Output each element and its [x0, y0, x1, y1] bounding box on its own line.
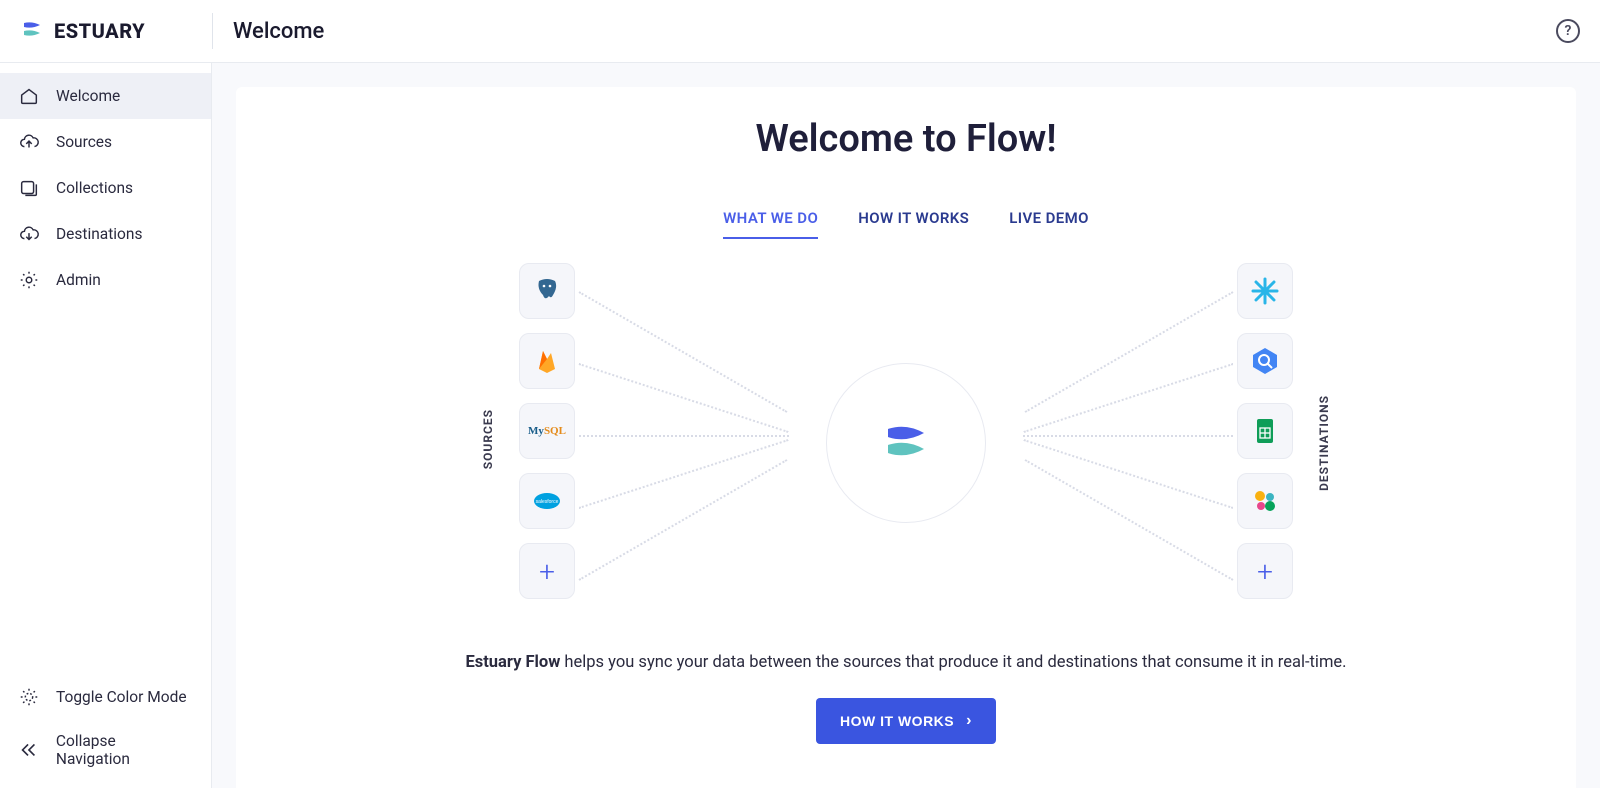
flow-center — [826, 363, 986, 523]
flow-connector — [579, 435, 789, 437]
sidebar-item-collections[interactable]: Collections — [0, 165, 211, 211]
sidebar-item-admin[interactable]: Admin — [0, 257, 211, 303]
flow-diagram: SOURCES DESTINATIONS — [501, 263, 1311, 623]
tabs: WHAT WE DO HOW IT WORKS LIVE DEMO — [723, 209, 1089, 239]
sidebar-item-label: Collapse Navigation — [56, 732, 193, 768]
bigquery-icon — [1249, 345, 1281, 377]
source-tile-salesforce[interactable]: salesforce — [519, 473, 575, 529]
destination-tile-snowflake[interactable] — [1237, 263, 1293, 319]
tab-what-we-do[interactable]: WHAT WE DO — [723, 209, 818, 239]
salesforce-icon: salesforce — [531, 485, 563, 517]
snowflake-icon — [1249, 275, 1281, 307]
source-tile-mysql[interactable]: MySQL — [519, 403, 575, 459]
source-tile-add[interactable]: + — [519, 543, 575, 599]
destination-tile-elastic[interactable] — [1237, 473, 1293, 529]
sidebar-item-sources[interactable]: Sources — [0, 119, 211, 165]
destination-tiles: + — [1237, 263, 1293, 599]
tab-live-demo[interactable]: LIVE DEMO — [1009, 209, 1089, 239]
estuary-logo-icon — [20, 19, 44, 43]
chevrons-left-icon — [18, 739, 40, 761]
collection-icon — [18, 177, 40, 199]
flow-connector — [1023, 439, 1233, 509]
cta-label: HOW IT WORKS — [840, 713, 954, 729]
source-tile-postgresql[interactable] — [519, 263, 575, 319]
gear-icon — [18, 269, 40, 291]
page-title: Welcome — [233, 19, 324, 44]
chevron-right-icon: › — [966, 712, 972, 730]
destinations-label: DESTINATIONS — [1317, 395, 1331, 491]
help-button[interactable]: ? — [1556, 19, 1580, 43]
sun-icon — [18, 686, 40, 708]
flow-connector — [579, 291, 788, 413]
welcome-heading: Welcome to Flow! — [755, 117, 1056, 161]
how-it-works-button[interactable]: HOW IT WORKS › — [816, 698, 996, 744]
source-tiles: MySQL salesforce + — [519, 263, 575, 599]
home-icon — [18, 85, 40, 107]
postgresql-icon — [531, 275, 563, 307]
flow-connector — [579, 459, 788, 581]
flow-connector — [1025, 459, 1234, 581]
google-sheets-icon — [1249, 415, 1281, 447]
sidebar-item-label: Toggle Color Mode — [56, 688, 187, 706]
sidebar-item-label: Welcome — [56, 87, 120, 105]
brand-name: ESTUARY — [54, 19, 145, 43]
firebase-icon — [531, 345, 563, 377]
header-divider — [212, 13, 213, 49]
sidebar: Welcome Sources Collections — [0, 63, 212, 788]
source-tile-firebase[interactable] — [519, 333, 575, 389]
description-bold: Estuary Flow — [465, 653, 560, 672]
cloud-up-icon — [18, 131, 40, 153]
description-text: Estuary Flow helps you sync your data be… — [465, 653, 1346, 672]
sidebar-item-welcome[interactable]: Welcome — [0, 73, 211, 119]
flow-connector — [1025, 291, 1234, 413]
header: ESTUARY Welcome ? — [0, 0, 1600, 63]
toggle-color-mode[interactable]: Toggle Color Mode — [0, 674, 211, 720]
elastic-icon — [1249, 485, 1281, 517]
collapse-navigation[interactable]: Collapse Navigation — [0, 720, 211, 780]
sidebar-item-label: Admin — [56, 271, 101, 289]
help-icon: ? — [1565, 23, 1572, 39]
plus-icon: + — [539, 555, 555, 588]
destination-tile-add[interactable]: + — [1237, 543, 1293, 599]
mysql-icon: MySQL — [528, 425, 566, 437]
cloud-down-icon — [18, 223, 40, 245]
main-content: Welcome to Flow! WHAT WE DO HOW IT WORKS… — [236, 87, 1576, 788]
sources-label: SOURCES — [481, 409, 495, 469]
flow-connector — [579, 363, 789, 433]
flow-connector — [1023, 363, 1233, 433]
plus-icon: + — [1257, 555, 1273, 588]
estuary-flow-icon — [878, 415, 934, 471]
sidebar-item-label: Sources — [56, 133, 112, 151]
flow-connector — [1023, 435, 1233, 437]
svg-text:salesforce: salesforce — [536, 499, 559, 505]
description-rest: helps you sync your data between the sou… — [560, 653, 1346, 672]
sidebar-item-label: Collections — [56, 179, 133, 197]
tab-how-it-works[interactable]: HOW IT WORKS — [858, 209, 969, 239]
sidebar-item-destinations[interactable]: Destinations — [0, 211, 211, 257]
destination-tile-google-sheets[interactable] — [1237, 403, 1293, 459]
brand-logo[interactable]: ESTUARY — [20, 19, 212, 43]
sidebar-item-label: Destinations — [56, 225, 142, 243]
flow-connector — [579, 439, 789, 509]
destination-tile-bigquery[interactable] — [1237, 333, 1293, 389]
